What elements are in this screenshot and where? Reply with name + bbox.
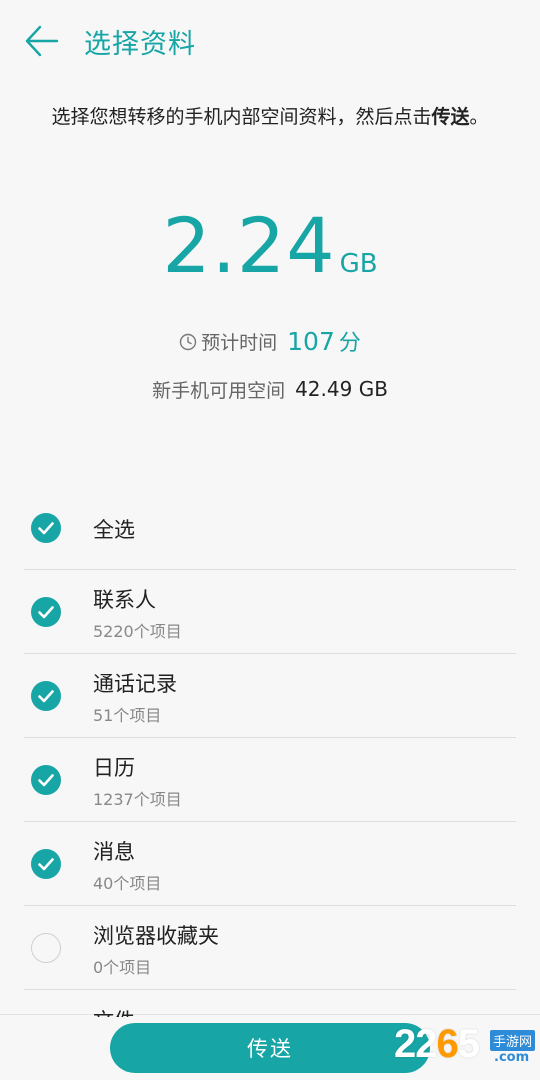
list-item-messages[interactable]: 消息 40个项目 [0,822,540,906]
list-item-title: 日历 [93,756,135,780]
size-unit: GB [339,249,378,279]
watermark-site: 手游网 [490,1030,536,1051]
list-item-calendar[interactable]: 日历 1237个项目 [0,738,540,822]
intro-text: 选择您想转移的手机内部空间资料，然后点击传送。 [40,103,500,131]
list-item-files-partial: 文件 [93,1005,153,1017]
watermark-number: 2265 [394,1022,480,1067]
list-item-count: 5220个项目 [93,622,182,641]
checkbox-unchecked-icon[interactable] [31,933,61,963]
intro-text-suffix: 。 [469,106,489,128]
screen: 选择资料 选择您想转移的手机内部空间资料，然后点击传送。 2.24 GB 预计时… [0,0,540,1080]
available-space-value: 42.49 GB [295,377,388,401]
list-item-title: 浏览器收藏夹 [93,924,219,948]
watermark-number-main: 22 [394,1022,437,1066]
list-item-title: 联系人 [93,588,156,612]
list-item-count: 1237个项目 [93,790,182,809]
time-label: 预计时间 [201,331,278,354]
watermark-logo: 2265 手游网 .com [394,1022,540,1074]
list-item-count: 0个项目 [93,958,152,977]
select-all-row[interactable]: 全选 [0,486,540,570]
send-button[interactable]: 传送 [110,1023,430,1073]
divider [24,989,516,990]
arrow-left-icon [25,25,59,57]
intro-text-main: 选择您想转移的手机内部空间资料，然后点击 [51,106,432,128]
available-space: 新手机可用空间 42.49 GB [0,372,540,406]
watermark-number-tail: 5 [457,1022,480,1066]
time-unit: 分 [338,331,361,356]
page-title: 选择资料 [84,29,196,60]
list-item-count: 40个项目 [93,874,162,893]
intro-text-emphasis: 传送 [431,106,470,128]
list-item-title: 通话记录 [93,672,177,696]
list-item-count: 51个项目 [93,706,162,725]
checkbox-checked-icon[interactable] [31,765,61,795]
checkbox-checked-icon[interactable] [31,513,61,543]
clock-icon [179,333,197,351]
back-button[interactable] [24,24,60,58]
watermark-domain: .com [494,1050,530,1065]
app-header: 选择资料 [0,0,540,84]
list-item-title: 消息 [93,840,135,864]
list-item-bookmarks[interactable]: 浏览器收藏夹 0个项目 [0,906,540,990]
list-item-call-log[interactable]: 通话记录 51个项目 [0,654,540,738]
time-value: 107 [287,326,335,356]
checkbox-checked-icon[interactable] [31,681,61,711]
total-size: 2.24 GB [0,200,540,292]
checkbox-checked-icon[interactable] [31,849,61,879]
estimated-time: 预计时间 107 分 [0,322,540,360]
list-item-contacts[interactable]: 联系人 5220个项目 [0,570,540,654]
available-space-label: 新手机可用空间 [152,379,286,402]
data-type-list: 全选 联系人 5220个项目 通话记录 51个项目 日历 1237个项目 消息 … [0,486,540,990]
checkbox-checked-icon[interactable] [31,597,61,627]
size-value: 2.24 [162,201,336,290]
list-item-title: 全选 [93,518,135,542]
watermark-number-accent: 6 [436,1022,459,1066]
